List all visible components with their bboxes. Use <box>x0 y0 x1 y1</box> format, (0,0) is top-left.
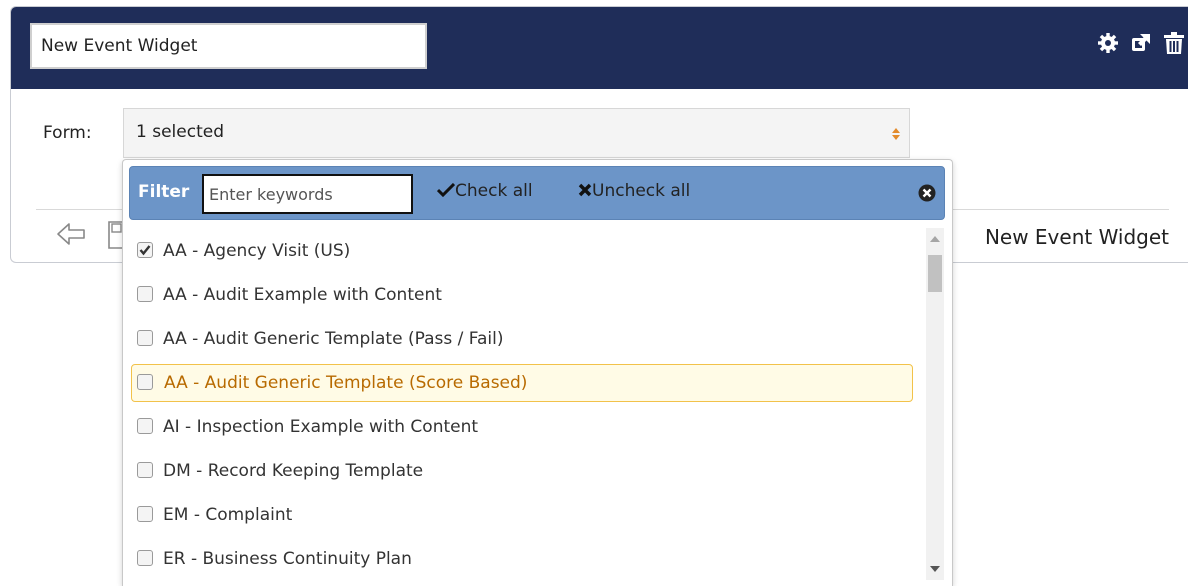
header-icons <box>1097 31 1185 55</box>
checkmark-icon <box>436 182 456 198</box>
back-arrow-icon[interactable] <box>56 221 86 251</box>
checkbox[interactable] <box>137 374 153 390</box>
filter-input[interactable] <box>202 174 413 214</box>
list-item-label: AA - Agency Visit (US) <box>163 241 351 261</box>
checkbox[interactable] <box>137 286 153 302</box>
list-item-highlighted[interactable]: AA - Audit Generic Template (Score Based… <box>131 364 913 402</box>
close-icon[interactable] <box>918 184 936 206</box>
form-label: Form: <box>43 123 92 143</box>
widget-title-input[interactable]: New Event Widget <box>30 23 427 69</box>
scrollbar[interactable] <box>926 228 944 580</box>
checkbox[interactable] <box>137 506 153 522</box>
sort-arrows-icon <box>892 128 900 140</box>
list-item[interactable]: AA - Audit Example with Content <box>131 276 913 314</box>
list-item[interactable]: AA - Audit Generic Template (Pass / Fail… <box>131 320 913 358</box>
trash-icon[interactable] <box>1163 31 1185 55</box>
checkbox[interactable] <box>137 242 153 258</box>
check-all-label: Check all <box>455 181 533 201</box>
list-item[interactable]: EM - Complaint <box>131 496 913 534</box>
gear-icon[interactable] <box>1097 32 1119 54</box>
options-list: AA - Agency Visit (US) AA - Audit Exampl… <box>123 226 923 586</box>
x-icon <box>578 183 592 197</box>
checkbox[interactable] <box>137 418 153 434</box>
widget-header: New Event Widget <box>11 7 1188 89</box>
form-select[interactable]: 1 selected <box>123 108 910 158</box>
scrollbar-thumb[interactable] <box>928 255 942 292</box>
widget-footer-title: New Event Widget <box>984 225 1169 249</box>
list-item-label: EM - Complaint <box>163 505 293 525</box>
filter-bar: Filter Check all Uncheck all <box>129 166 945 220</box>
multiselect-dropdown: Filter Check all Uncheck all <box>122 159 953 586</box>
checkmark-icon <box>139 245 151 256</box>
scroll-down-arrow-icon[interactable] <box>930 566 940 572</box>
uncheck-all-label: Uncheck all <box>592 181 691 201</box>
list-item-label: AA - Audit Generic Template (Score Based… <box>164 373 528 393</box>
checkbox[interactable] <box>137 330 153 346</box>
list-item-label: ER - Business Continuity Plan <box>163 549 412 569</box>
list-item-label: AI - Inspection Example with Content <box>163 417 479 437</box>
list-item[interactable]: DM - Record Keeping Template <box>131 452 913 490</box>
filter-label: Filter <box>138 182 190 202</box>
list-item-label: AA - Audit Generic Template (Pass / Fail… <box>163 329 504 349</box>
uncheck-all-button[interactable]: Uncheck all <box>578 181 690 201</box>
form-select-value: 1 selected <box>136 122 224 142</box>
list-item-label: AA - Audit Example with Content <box>163 285 442 305</box>
scroll-up-arrow-icon[interactable] <box>930 236 940 242</box>
external-link-icon[interactable] <box>1130 32 1152 54</box>
checkbox[interactable] <box>137 462 153 478</box>
checkbox[interactable] <box>137 550 153 566</box>
list-item[interactable]: AA - Agency Visit (US) <box>131 232 913 270</box>
list-item[interactable]: ER - Business Continuity Plan <box>131 540 913 578</box>
list-item[interactable]: AI - Inspection Example with Content <box>131 408 913 446</box>
list-item-label: DM - Record Keeping Template <box>163 461 424 481</box>
check-all-button[interactable]: Check all <box>436 181 533 201</box>
